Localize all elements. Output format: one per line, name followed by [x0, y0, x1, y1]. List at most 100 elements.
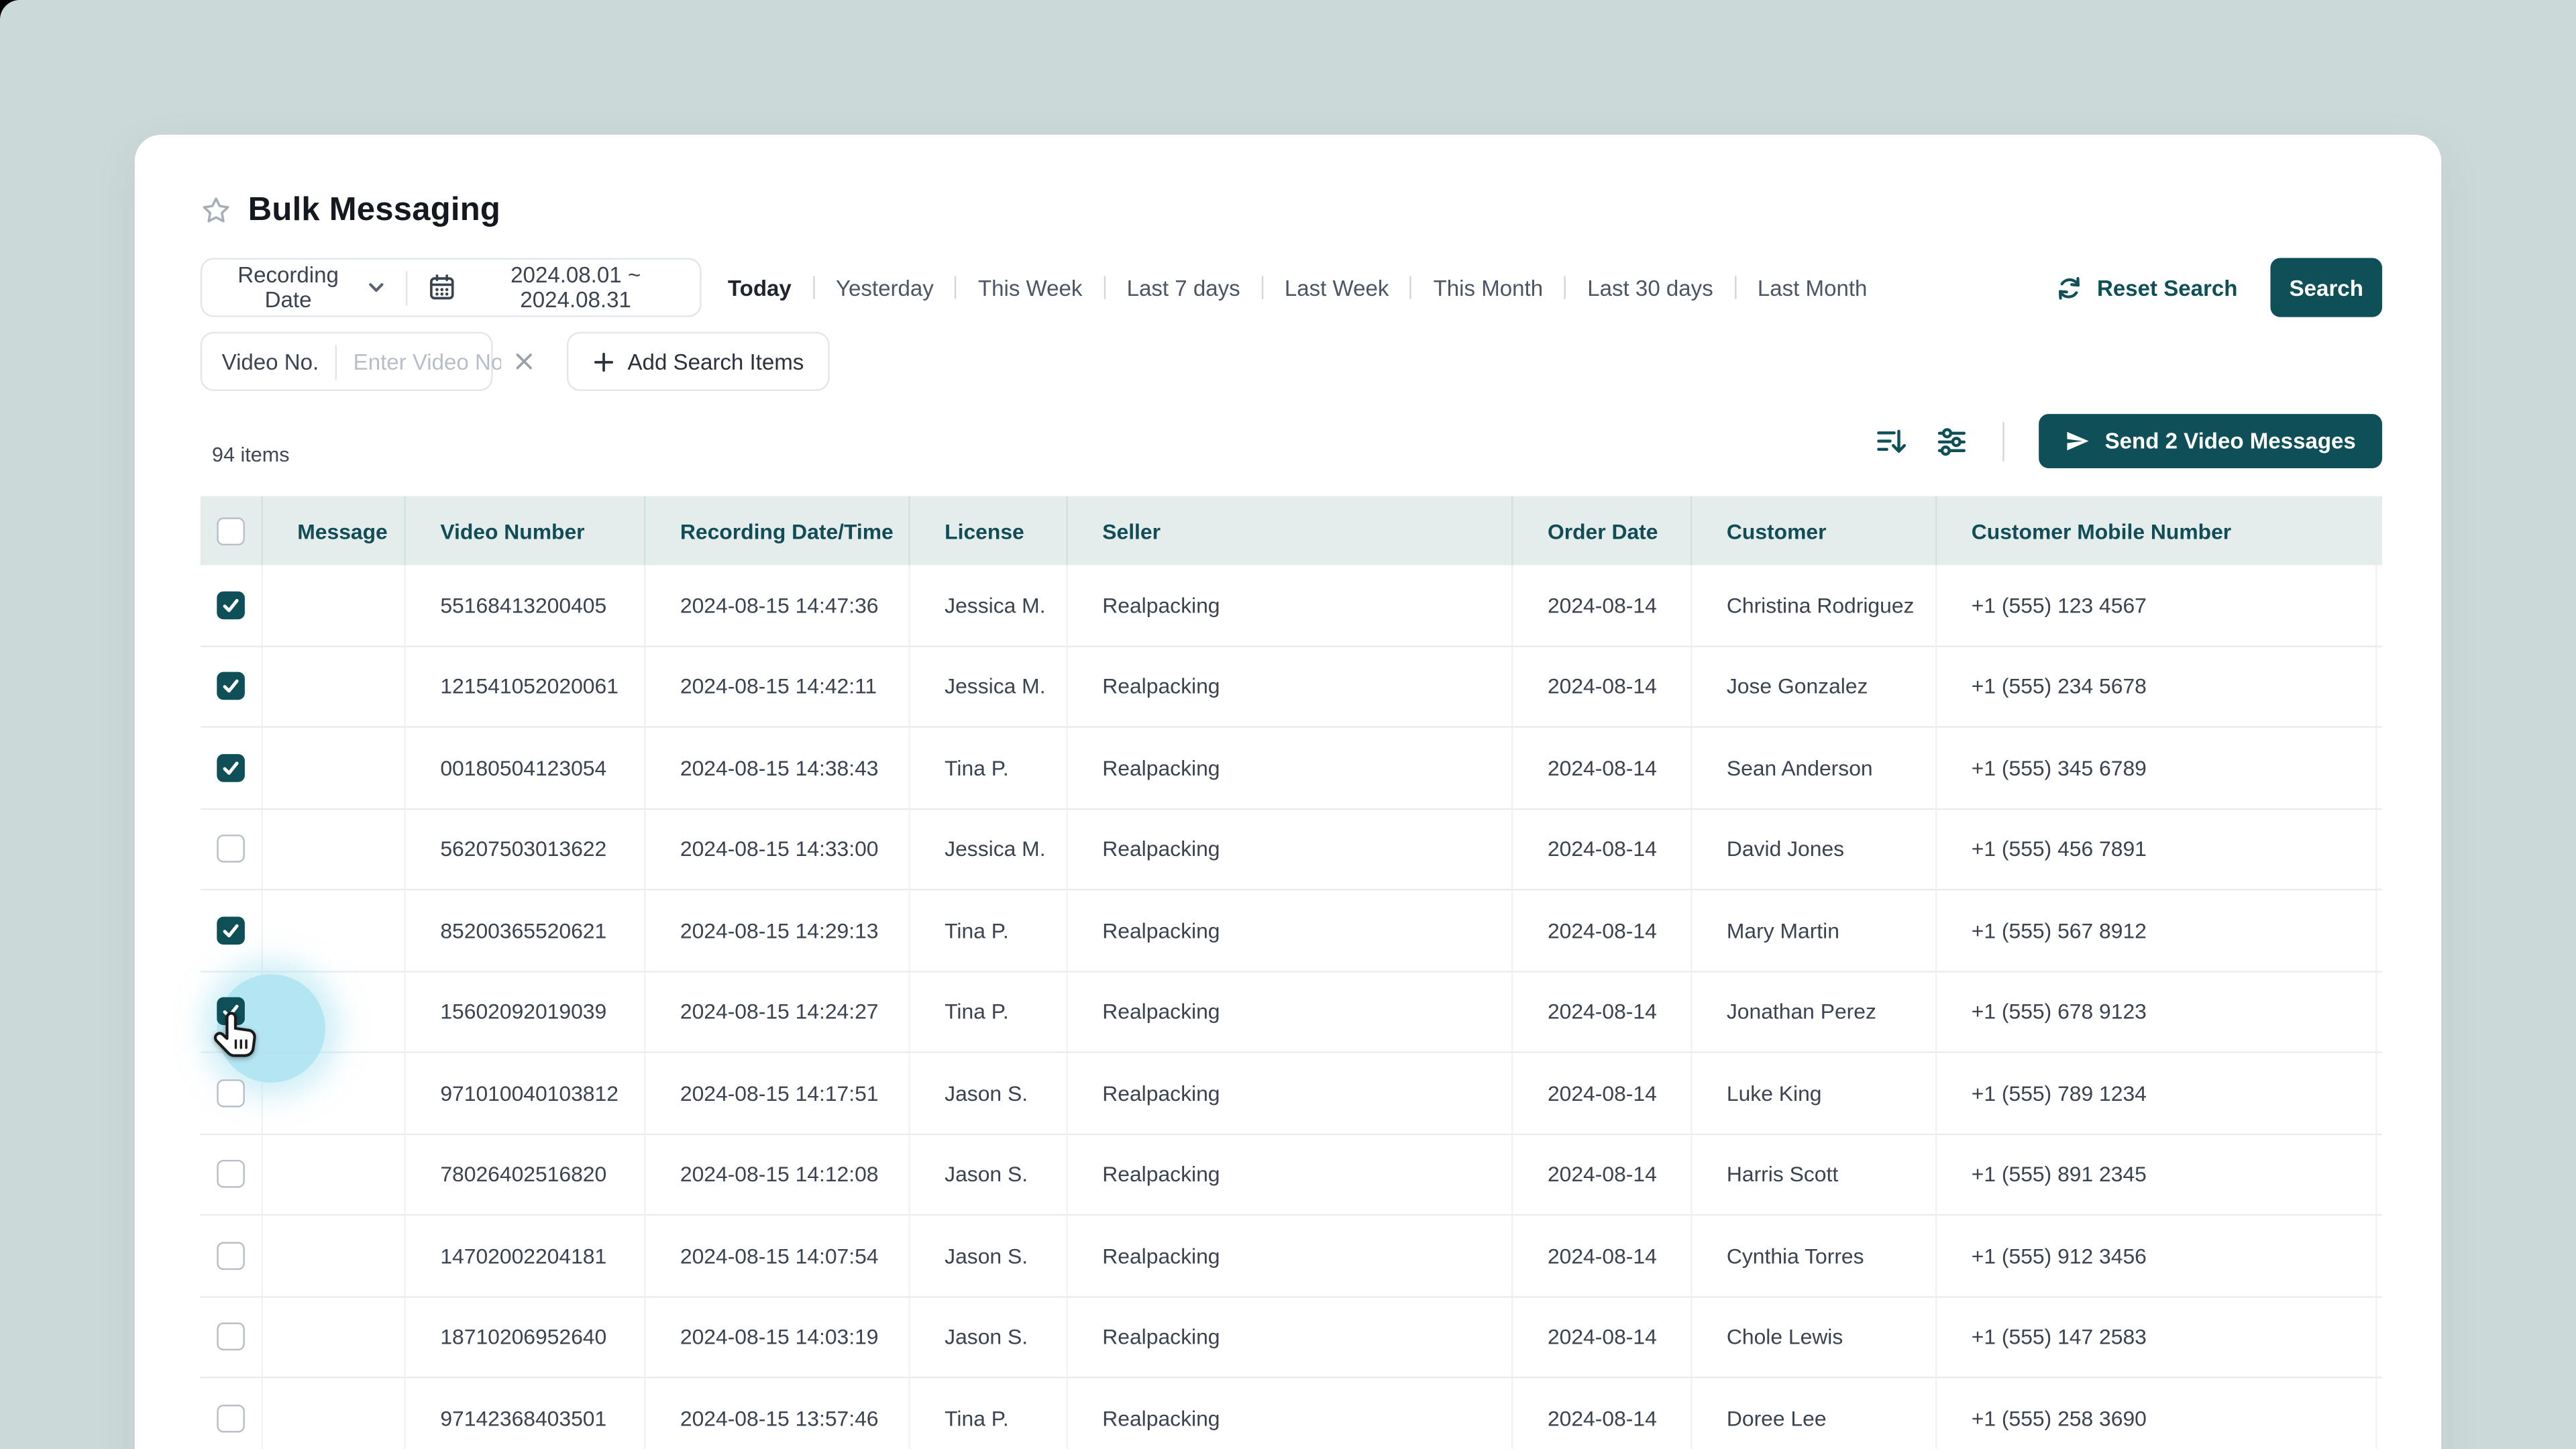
- divider: [1104, 276, 1106, 299]
- cell-video-number: 971010040103812: [406, 1053, 646, 1133]
- cell-message: [263, 809, 406, 889]
- cell-customer-mobile: +1 (555) 891 2345: [1937, 1134, 2377, 1214]
- cell-seller: Realpacking: [1068, 1378, 1513, 1449]
- calendar-icon: [427, 273, 456, 303]
- table-row: 78026402516820 2024-08-15 14:12:08 Jason S…: [200, 1134, 2383, 1216]
- remove-filter-button[interactable]: [509, 347, 539, 376]
- date-range-picker[interactable]: 2024.08.01 ~ 2024.08.31: [427, 263, 680, 312]
- table-row: 18710206952640 2024-08-15 14:03:19 Jason S…: [200, 1297, 2383, 1379]
- video-no-label: Video No.: [221, 349, 319, 374]
- items-count: 94 items: [211, 443, 290, 467]
- cell-video-number: 56207503013622: [406, 809, 646, 889]
- sort-button[interactable]: [1875, 425, 1908, 458]
- row-checkbox[interactable]: [217, 591, 245, 619]
- row-checkbox[interactable]: [217, 672, 245, 700]
- cell-recording-datetime: 2024-08-15 14:33:00: [645, 809, 910, 889]
- cell-recording-datetime: 2024-08-15 13:57:46: [645, 1378, 910, 1449]
- divider: [405, 270, 407, 305]
- search-button[interactable]: Search: [2270, 258, 2383, 317]
- video-no-filter: Video No.: [200, 331, 502, 391]
- column-header-customer-mobile-number: Customer Mobile Number: [1971, 518, 2232, 543]
- divider: [1734, 276, 1737, 299]
- table-row: 15602092019039 2024-08-15 14:24:27 Tina P.…: [200, 971, 2383, 1053]
- cell-customer: David Jones: [1692, 809, 1937, 889]
- reset-search-button[interactable]: Reset Search: [2056, 274, 2238, 302]
- filter-row-secondary: Video No. Add Search Items: [200, 331, 2382, 391]
- quick-range-last-week[interactable]: Last Week: [1285, 275, 1389, 300]
- send-messages-button[interactable]: Send 2 Video Messages: [2039, 414, 2383, 468]
- cell-customer-mobile: +1 (555) 234 5678: [1937, 646, 2377, 727]
- cell-customer-mobile: +1 (555) 567 8912: [1937, 890, 2377, 971]
- cell-message: [263, 1134, 406, 1214]
- divider: [2002, 421, 2005, 461]
- display-settings-button[interactable]: [1935, 425, 1968, 458]
- row-select-cell: [201, 971, 263, 1052]
- table-row: 56207503013622 2024-08-15 14:33:00 Jessica…: [200, 809, 2383, 891]
- sliders-icon: [1935, 425, 1968, 458]
- cell-customer: Sean Anderson: [1692, 727, 1937, 808]
- chevron-down-icon: [366, 278, 386, 297]
- row-checkbox[interactable]: [217, 835, 245, 863]
- cell-video-number: 14702002204181: [406, 1216, 646, 1296]
- row-select-cell: [201, 1378, 263, 1449]
- filter-row-primary: Recording Date 2024.08.01 ~ 2024.08.31 T…: [200, 258, 2383, 317]
- cell-customer-mobile: +1 (555) 678 9123: [1937, 971, 2377, 1052]
- row-checkbox[interactable]: [217, 753, 245, 782]
- row-checkbox[interactable]: [217, 1241, 245, 1270]
- cell-video-number: 97142368403501: [406, 1378, 646, 1449]
- cell-order-date: 2024-08-14: [1513, 1378, 1693, 1449]
- row-select-cell: [201, 1053, 263, 1133]
- cell-customer: Luke King: [1692, 1053, 1937, 1133]
- cell-recording-datetime: 2024-08-15 14:07:54: [645, 1216, 910, 1296]
- cell-seller: Realpacking: [1068, 1297, 1513, 1377]
- quick-range-last-30-days[interactable]: Last 30 days: [1587, 275, 1713, 300]
- select-all-checkbox[interactable]: [217, 517, 245, 545]
- bulk-messaging-panel: Bulk Messaging Recording Date 2024.08.01…: [134, 134, 2442, 1449]
- quick-range-this-week[interactable]: This Week: [978, 275, 1083, 300]
- filter-field-select[interactable]: Recording Date: [223, 263, 386, 312]
- cell-message: [263, 565, 406, 645]
- quick-range-this-month[interactable]: This Month: [1434, 275, 1544, 300]
- filter-field-label: Recording Date: [237, 262, 339, 313]
- row-checkbox[interactable]: [217, 1160, 245, 1189]
- row-checkbox[interactable]: [217, 998, 245, 1026]
- row-checkbox[interactable]: [217, 1079, 245, 1108]
- column-header-recording-date-time: Recording Date/Time: [645, 496, 910, 566]
- add-search-items-button[interactable]: Add Search Items: [566, 331, 830, 391]
- column-header-video-number: Video Number: [406, 496, 646, 566]
- list-toolbar: 94 items Send 2 Video Messages: [201, 414, 2383, 468]
- select-all-cell: [201, 496, 263, 566]
- cell-message: [263, 1053, 406, 1133]
- row-checkbox[interactable]: [217, 1404, 245, 1432]
- table-row: 55168413200405 2024-08-15 14:47:36 Jessica…: [200, 565, 2383, 647]
- divider: [1410, 276, 1412, 299]
- column-header-order-date: Order Date: [1513, 496, 1693, 566]
- quick-date-ranges: Today Yesterday This Week Last 7 days Last W…: [728, 275, 1868, 300]
- quick-range-last-month[interactable]: Last Month: [1758, 275, 1868, 300]
- cell-video-number: 121541052020061: [406, 646, 646, 727]
- page-header: Bulk Messaging: [201, 191, 2382, 230]
- cell-seller: Realpacking: [1068, 809, 1513, 889]
- video-no-input[interactable]: [353, 349, 502, 374]
- cell-license: Jessica M.: [910, 646, 1068, 727]
- reset-search-label: Reset Search: [2096, 275, 2238, 300]
- row-checkbox[interactable]: [217, 1323, 245, 1351]
- cell-recording-datetime: 2024-08-15 14:12:08: [645, 1134, 910, 1214]
- cell-license: Tina P.: [910, 890, 1068, 971]
- cell-order-date: 2024-08-14: [1513, 1297, 1693, 1377]
- cell-license: Tina P.: [910, 971, 1068, 1052]
- cell-seller: Realpacking: [1068, 890, 1513, 971]
- quick-range-last-7-days[interactable]: Last 7 days: [1127, 275, 1240, 300]
- favorite-star-icon[interactable]: [201, 195, 232, 226]
- divider: [955, 276, 957, 299]
- row-select-cell: [201, 1297, 263, 1377]
- row-checkbox[interactable]: [217, 916, 245, 945]
- quick-range-yesterday[interactable]: Yesterday: [836, 275, 934, 300]
- column-header-seller: Seller: [1068, 496, 1513, 566]
- quick-range-today[interactable]: Today: [728, 275, 792, 300]
- cell-recording-datetime: 2024-08-15 14:03:19: [645, 1297, 910, 1377]
- row-select-cell: [201, 1134, 263, 1214]
- cell-message: [263, 971, 406, 1052]
- cell-customer: Cynthia Torres: [1692, 1216, 1937, 1296]
- close-icon: [513, 350, 535, 373]
